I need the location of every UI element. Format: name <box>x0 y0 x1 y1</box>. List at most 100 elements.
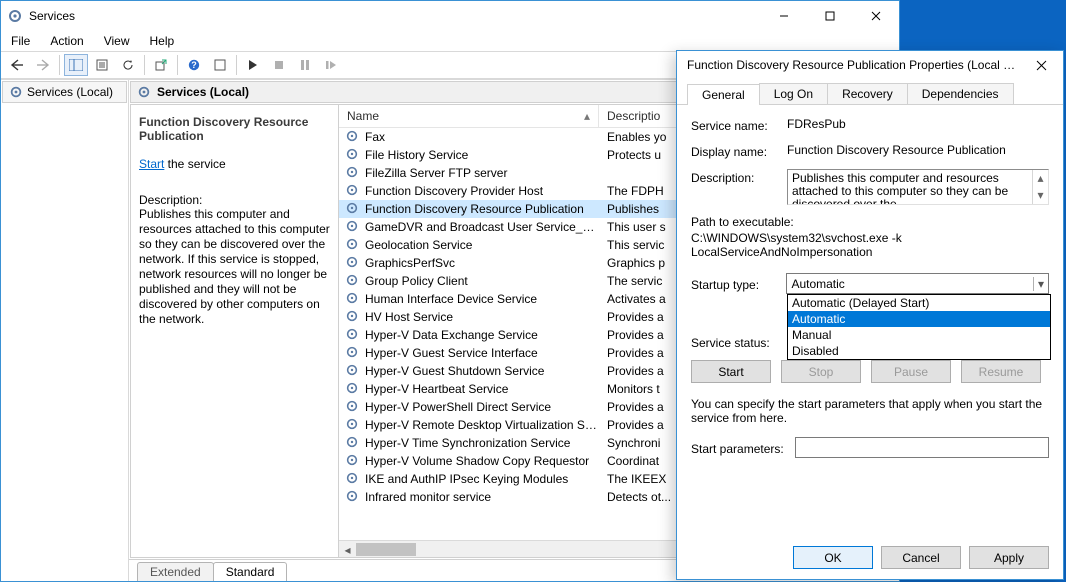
tab-standard[interactable]: Standard <box>213 562 288 581</box>
dlg-description-value: Publishes this computer and resources at… <box>792 171 1008 205</box>
service-name: Hyper-V Volume Shadow Copy Requestor <box>365 454 599 468</box>
service-name: Infrared monitor service <box>365 490 599 504</box>
description-text: Publishes this computer and resources at… <box>139 207 330 327</box>
gear-icon <box>345 291 361 307</box>
gear-icon <box>345 435 361 451</box>
selected-service-name: Function Discovery Resource Publication <box>139 115 330 143</box>
back-button[interactable] <box>5 54 29 76</box>
gear-icon <box>345 327 361 343</box>
services-icon <box>7 8 23 24</box>
dropdown-option[interactable]: Manual <box>788 327 1050 343</box>
desc-scroll-down[interactable]: ▾ <box>1032 187 1048 204</box>
scroll-thumb[interactable] <box>356 543 416 556</box>
help-button[interactable]: ? <box>182 54 206 76</box>
gear-icon <box>345 417 361 433</box>
dlg-tab-logon[interactable]: Log On <box>759 83 828 104</box>
dlg-tab-general[interactable]: General <box>687 84 760 105</box>
menu-file[interactable]: File <box>7 33 34 49</box>
ok-button[interactable]: OK <box>793 546 873 569</box>
desc-scroll-up[interactable]: ▴ <box>1032 170 1048 187</box>
startup-type-select[interactable]: Automatic ▾ <box>786 273 1049 294</box>
maximize-button[interactable] <box>807 1 853 31</box>
apply-button[interactable]: Apply <box>969 546 1049 569</box>
dialog-close-button[interactable] <box>1019 51 1063 79</box>
cancel-button[interactable]: Cancel <box>881 546 961 569</box>
chevron-down-icon: ▾ <box>1033 277 1044 291</box>
properties-button[interactable] <box>90 54 114 76</box>
service-name: FileZilla Server FTP server <box>365 166 599 180</box>
dialog-title: Function Discovery Resource Publication … <box>687 58 1019 72</box>
service-pause-button: Pause <box>871 360 951 383</box>
pause-service-button[interactable] <box>293 54 317 76</box>
menu-view[interactable]: View <box>100 33 134 49</box>
dlg-description-label: Description: <box>691 169 787 185</box>
menubar: File Action View Help <box>1 31 899 51</box>
gear-icon <box>345 363 361 379</box>
gear-icon <box>345 219 361 235</box>
startup-dropdown[interactable]: Automatic (Delayed Start)AutomaticManual… <box>787 294 1051 360</box>
startup-label: Startup type: <box>691 276 786 292</box>
service-name: Function Discovery Resource Publication <box>365 202 599 216</box>
tree-root[interactable]: Services (Local) <box>2 81 127 103</box>
gear-icon <box>345 129 361 145</box>
service-name-value: FDResPub <box>787 117 1049 131</box>
service-name: File History Service <box>365 148 599 162</box>
gear-icon <box>345 309 361 325</box>
service-name-label: Service name: <box>691 117 787 133</box>
service-start-button[interactable]: Start <box>691 360 771 383</box>
path-value: C:\WINDOWS\system32\svchost.exe -k Local… <box>691 231 1049 259</box>
gear-icon <box>345 147 361 163</box>
svg-text:?: ? <box>191 60 197 70</box>
dlg-tab-dependencies[interactable]: Dependencies <box>907 83 1014 104</box>
gear-icon <box>345 381 361 397</box>
dropdown-option[interactable]: Automatic <box>788 311 1050 327</box>
service-name: Geolocation Service <box>365 238 599 252</box>
minimize-button[interactable] <box>761 1 807 31</box>
tab-extended[interactable]: Extended <box>137 562 214 581</box>
help-contents-button[interactable] <box>208 54 232 76</box>
start-params-input[interactable] <box>795 437 1049 458</box>
stop-service-button[interactable] <box>267 54 291 76</box>
service-name: Hyper-V Time Synchronization Service <box>365 436 599 450</box>
gear-icon <box>345 165 361 181</box>
dlg-tab-recovery[interactable]: Recovery <box>827 83 908 104</box>
properties-dialog: Function Discovery Resource Publication … <box>676 50 1064 580</box>
gear-icon <box>345 273 361 289</box>
gear-icon <box>345 237 361 253</box>
start-params-note: You can specify the start parameters tha… <box>691 397 1049 425</box>
dlg-description-box: Publishes this computer and resources at… <box>787 169 1049 205</box>
gear-icon <box>345 201 361 217</box>
restart-service-button[interactable] <box>319 54 343 76</box>
window-title: Services <box>29 9 761 23</box>
start-suffix: the service <box>164 157 225 171</box>
show-hide-tree-button[interactable] <box>64 54 88 76</box>
dropdown-option[interactable]: Disabled <box>788 343 1050 359</box>
sort-indicator-icon: ▴ <box>584 109 590 123</box>
titlebar: Services <box>1 1 899 31</box>
service-name: Hyper-V Guest Shutdown Service <box>365 364 599 378</box>
service-name: Hyper-V PowerShell Direct Service <box>365 400 599 414</box>
forward-button[interactable] <box>31 54 55 76</box>
menu-action[interactable]: Action <box>46 33 87 49</box>
service-resume-button: Resume <box>961 360 1041 383</box>
col-name[interactable]: Name ▴ <box>339 105 599 127</box>
menu-help[interactable]: Help <box>146 33 179 49</box>
description-label: Description: <box>139 193 330 207</box>
path-label: Path to executable: <box>691 215 1049 229</box>
close-button[interactable] <box>853 1 899 31</box>
tree-pane: Services (Local) <box>1 80 129 581</box>
start-params-label: Start parameters: <box>691 440 795 456</box>
right-header-label: Services (Local) <box>157 85 249 99</box>
start-link[interactable]: Start <box>139 157 164 171</box>
start-service-button[interactable] <box>241 54 265 76</box>
scroll-left-button[interactable]: ◂ <box>339 541 356 558</box>
gear-icon <box>345 255 361 271</box>
startup-selected: Automatic <box>791 277 844 291</box>
export-button[interactable] <box>149 54 173 76</box>
dropdown-option[interactable]: Automatic (Delayed Start) <box>788 295 1050 311</box>
service-name: HV Host Service <box>365 310 599 324</box>
dialog-titlebar: Function Discovery Resource Publication … <box>677 51 1063 79</box>
service-name: Hyper-V Heartbeat Service <box>365 382 599 396</box>
refresh-button[interactable] <box>116 54 140 76</box>
service-name: Fax <box>365 130 599 144</box>
